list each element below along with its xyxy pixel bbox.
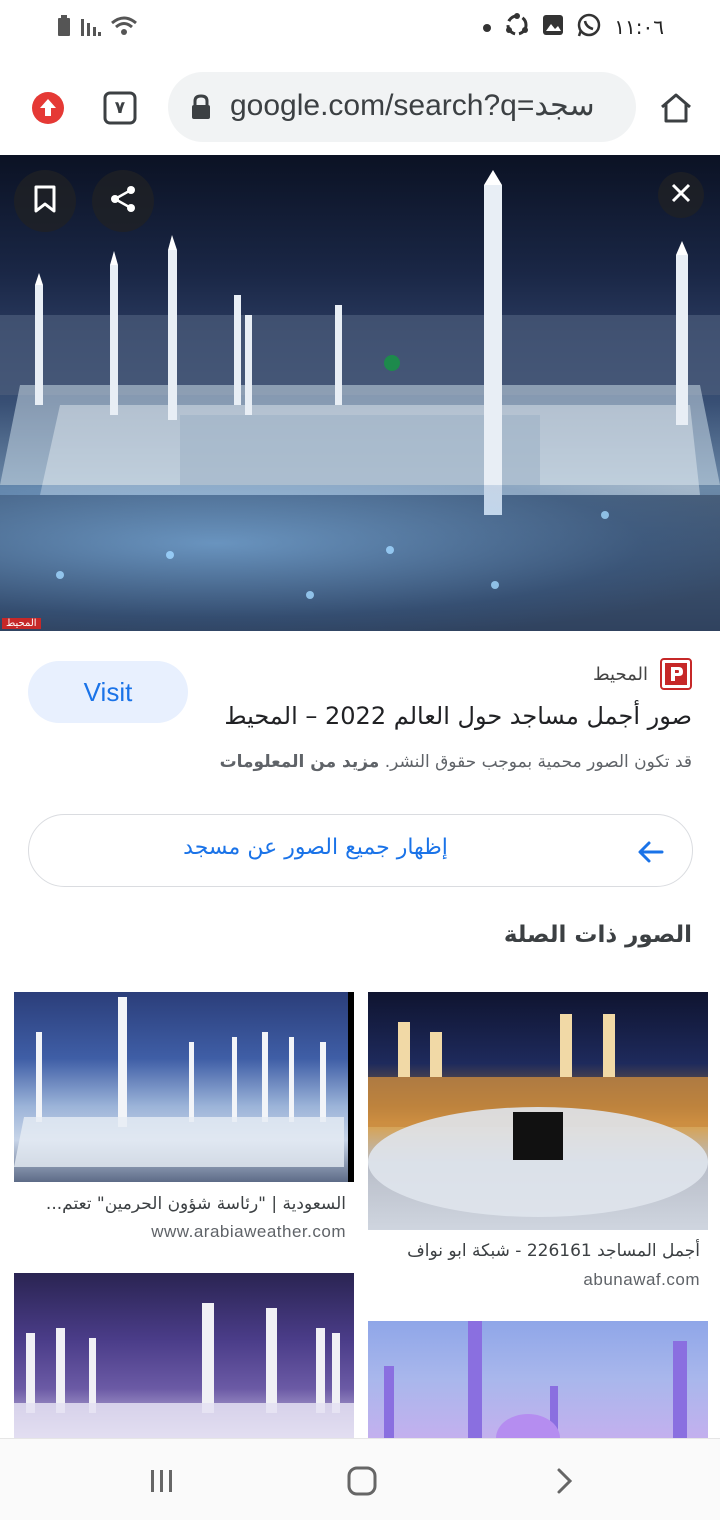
address-bar[interactable]: google.com/search?q=سجد <box>168 72 636 142</box>
mosque-thumb-4-illustration <box>384 1321 687 1438</box>
hero-watermark: المحيط <box>2 618 41 629</box>
copyright-notice: قد تكون الصور محمية بموجب حقوق النشر. مز… <box>220 752 692 772</box>
related-image-mosque[interactable] <box>14 992 354 1182</box>
related-caption-title-1[interactable]: أجمل المساجد 226161 - شبكة ابو نواف <box>407 1241 700 1261</box>
show-all-images-button[interactable]: إظهار جميع الصور عن مسجد <box>28 814 693 887</box>
visit-button[interactable]: Visit <box>28 661 188 723</box>
status-right: ١١:٠٦ <box>482 12 664 42</box>
status-bar: ١١:٠٦ <box>0 0 720 60</box>
related-images-heading: الصور ذات الصلة <box>503 922 692 948</box>
related-caption-domain-1: abunawaf.com <box>583 1270 700 1289</box>
recents-icon[interactable] <box>142 1461 182 1501</box>
more-info-link[interactable]: مزيد من المعلومات <box>220 752 380 772</box>
related-image-4[interactable] <box>368 1321 708 1438</box>
tabs-icon[interactable]: ٧ <box>100 88 140 128</box>
kaaba-shape <box>513 1112 563 1160</box>
home-icon[interactable] <box>656 88 696 128</box>
hero-image[interactable]: المحيط <box>0 155 720 631</box>
hero-glow <box>0 485 720 631</box>
mosque-thumb-illustration <box>14 997 344 1167</box>
status-left <box>56 14 138 42</box>
battery-icon <box>56 14 72 42</box>
kaaba-illustration <box>368 1014 708 1217</box>
related-image-kaaba[interactable] <box>368 992 708 1230</box>
url-text: google.com/search?q=سجد <box>230 89 595 122</box>
share-button[interactable] <box>92 170 154 232</box>
source-logo-icon <box>660 658 692 690</box>
source-name: المحيط <box>592 663 648 685</box>
signal-icon <box>80 15 102 41</box>
related-caption-title-2[interactable]: السعودية | "رئاسة شؤون الحرمين" تعتم... <box>46 1194 346 1214</box>
back-icon[interactable] <box>544 1461 584 1501</box>
wifi-icon <box>110 15 138 41</box>
browser-toolbar: ٧ google.com/search?q=سجد <box>0 60 720 155</box>
clock: ١١:٠٦ <box>614 15 664 39</box>
sync-icon <box>504 12 530 42</box>
copyright-text: قد تكون الصور محمية بموجب حقوق النشر. <box>384 752 692 772</box>
close-button[interactable] <box>658 172 704 218</box>
close-icon <box>670 182 692 208</box>
related-image-3[interactable] <box>14 1273 354 1438</box>
show-all-label: إظهار جميع الصور عن مسجد <box>183 835 448 860</box>
whatsapp-icon <box>576 12 602 42</box>
share-icon <box>108 184 138 218</box>
bookmark-button[interactable] <box>14 170 76 232</box>
related-caption-domain-2: www.arabiaweather.com <box>151 1222 346 1241</box>
bookmark-icon <box>32 184 58 218</box>
source-row[interactable]: المحيط <box>593 658 692 690</box>
lock-icon <box>190 94 212 124</box>
home-nav-icon[interactable] <box>342 1461 382 1501</box>
system-nav-bar <box>0 1438 720 1520</box>
gallery-icon <box>542 14 564 40</box>
result-title[interactable]: صور أجمل مساجد حول العالم 2022 – المحيط <box>224 702 692 730</box>
tab-count: ٧ <box>114 98 126 118</box>
mosque-thumb-3-illustration <box>14 1303 354 1438</box>
upload-icon[interactable] <box>28 88 68 128</box>
dot-icon <box>482 18 492 37</box>
arrow-left-icon <box>636 837 666 871</box>
